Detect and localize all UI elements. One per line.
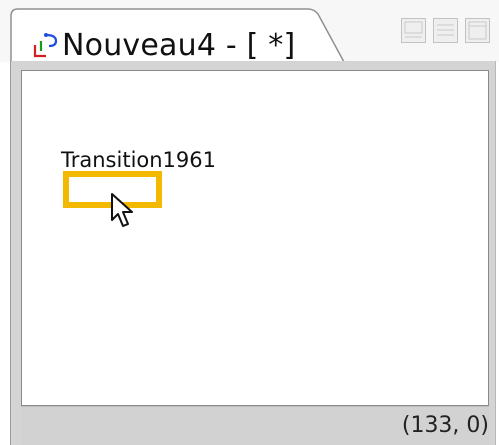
status-bar: (133, 0) (21, 406, 489, 445)
tab-strip: Nouveau4 - [ *] (0, 0, 499, 63)
editor-frame: Transition1961 (133, 0) (10, 61, 496, 445)
editor-canvas[interactable]: Transition1961 (21, 70, 489, 406)
cursor-coordinates: (133, 0) (401, 413, 489, 438)
window-controls (400, 17, 491, 44)
maximize-icon[interactable] (464, 17, 491, 44)
petri-net-icon (32, 31, 60, 59)
minimize-icon[interactable] (400, 17, 427, 44)
document-tab[interactable]: Nouveau4 - [ *] (10, 8, 345, 63)
transition-label[interactable]: Transition1961 (61, 147, 216, 173)
restore-icon[interactable] (432, 17, 459, 44)
mouse-pointer-icon (110, 192, 140, 232)
